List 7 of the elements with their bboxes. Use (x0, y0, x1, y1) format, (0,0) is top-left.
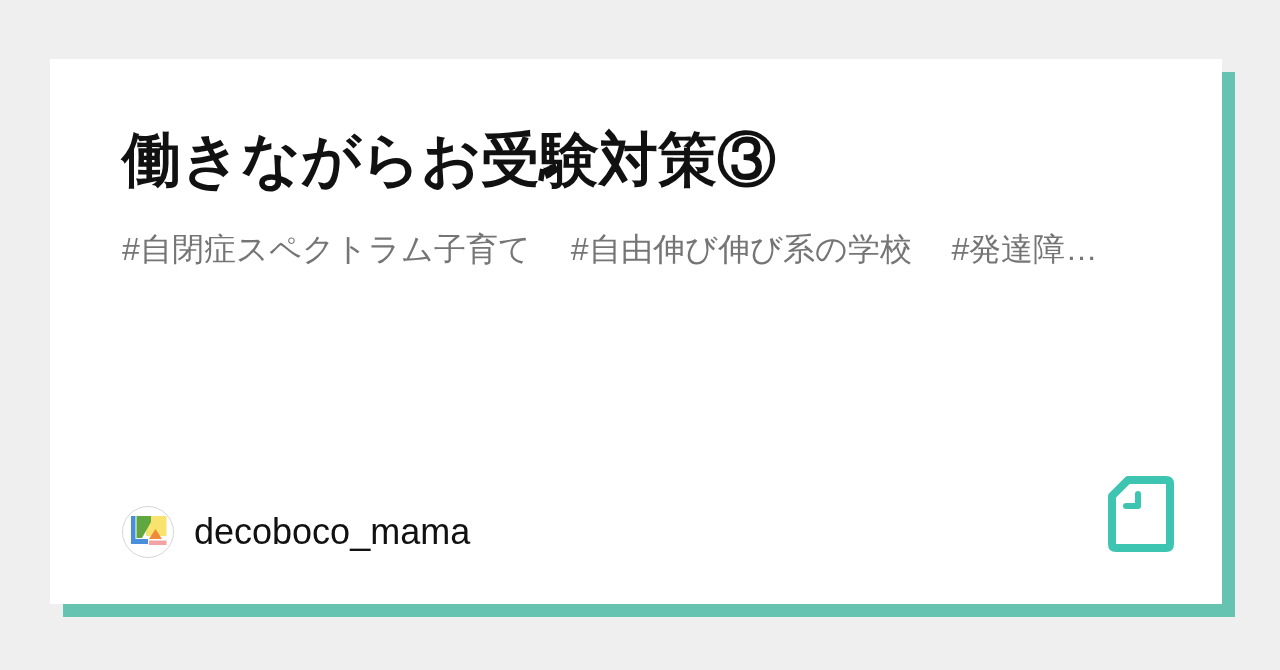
hashtag-link[interactable]: #発達障… (951, 228, 1098, 271)
document-icon (1108, 476, 1174, 552)
article-title: 働きながらお受験対策③ (122, 126, 777, 195)
author-name[interactable]: decoboco_mama (194, 510, 471, 554)
avatar-icon (122, 506, 174, 558)
hashtag-link[interactable]: #自由伸び伸び系の学校 (570, 228, 912, 271)
hashtag-link[interactable]: #自閉症スペクトラム子育て (122, 228, 531, 271)
